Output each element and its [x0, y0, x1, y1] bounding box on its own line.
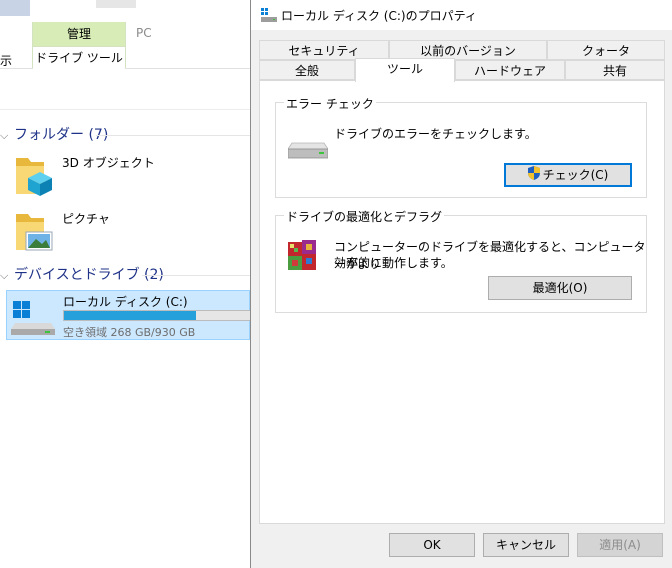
3d-objects-folder-icon	[14, 152, 54, 196]
folder-item-3d-objects[interactable]: 3D オブジェクト	[14, 152, 214, 196]
tab-row-back: セキュリティ 以前のバージョン クォータ	[259, 40, 665, 60]
chevron-down-icon: ⌵	[0, 269, 9, 282]
group-divider	[142, 275, 250, 276]
tab-row-front: 全般 ツール ハードウェア 共有	[259, 58, 665, 82]
dialog-titlebar: ローカル ディスク (C:)のプロパティ	[251, 0, 672, 30]
optimize-button[interactable]: 最適化(O)	[488, 276, 632, 300]
group-header-folders[interactable]: ⌵ フォルダー (7)	[0, 124, 250, 144]
ribbon-tab-drive-tools[interactable]: ドライブ ツール	[33, 46, 125, 69]
explorer-address-area	[0, 69, 260, 110]
chevron-down-icon: ⌵	[0, 129, 9, 142]
explorer-title-fragment	[96, 0, 136, 8]
pictures-folder-icon	[14, 208, 54, 252]
local-disk-icon	[11, 299, 55, 335]
defrag-icon	[286, 238, 320, 272]
check-button-label: チェック(C)	[542, 168, 609, 182]
tab-security[interactable]: セキュリティ	[259, 40, 389, 60]
tab-hardware[interactable]: ハードウェア	[455, 60, 565, 80]
folder-name: 3D オブジェクト	[62, 156, 155, 170]
drive-free-space: 空き領域 268 GB/930 GB	[63, 326, 196, 339]
drive-title-icon	[261, 8, 277, 22]
tab-tools[interactable]: ツール	[355, 58, 455, 82]
error-check-description: ドライブのエラーをチェックします。	[334, 127, 537, 141]
ribbon-tab-strip: 示 管理 ドライブ ツール PC	[0, 22, 260, 69]
group-header-devices[interactable]: ⌵ デバイスとドライブ (2)	[0, 264, 250, 284]
ribbon-tab-view[interactable]: 示	[0, 52, 12, 69]
dialog-title: ローカル ディスク (C:)のプロパティ	[281, 9, 477, 23]
folder-name: ピクチャ	[62, 212, 110, 226]
groupbox-error-check-title: エラー チェック	[284, 95, 376, 112]
ribbon-context-pc-label: PC	[136, 26, 152, 40]
tab-sharing[interactable]: 共有	[565, 60, 665, 80]
drive-name: ローカル ディスク (C:)	[63, 295, 188, 309]
uac-shield-icon	[527, 165, 540, 186]
explorer-titlebar	[0, 0, 260, 22]
groupbox-error-check: エラー チェック ドライブのエラーをチェックします。 チェック(C)	[275, 95, 647, 198]
properties-dialog: ローカル ディスク (C:)のプロパティ セキュリティ 以前のバージョン クォー…	[250, 0, 672, 568]
groupbox-optimize: ドライブの最適化とデフラグ コンピューターのドライブを最適化すると、コンピュータ…	[275, 208, 647, 313]
file-explorer-window: 示 管理 ドライブ ツール PC ⌵ フォルダー (7) 3D オブジェクト ピ…	[0, 0, 260, 568]
hard-drive-icon	[287, 141, 329, 165]
tab-general[interactable]: 全般	[259, 60, 355, 80]
cancel-button[interactable]: キャンセル	[483, 533, 569, 557]
drive-item-local-disk-c[interactable]: ローカル ディスク (C:) 空き領域 268 GB/930 GB	[6, 290, 251, 340]
group-divider	[96, 135, 250, 136]
apply-button[interactable]: 適用(A)	[577, 533, 663, 557]
group-header-folders-label: フォルダー (7)	[14, 127, 109, 143]
optimize-description-line2: 効率的に動作します。	[334, 256, 453, 270]
tab-quota[interactable]: クォータ	[547, 40, 665, 60]
groupbox-optimize-title: ドライブの最適化とデフラグ	[284, 208, 445, 225]
ribbon-context-header: 管理	[33, 22, 125, 46]
drive-usage-fill	[64, 311, 197, 320]
folder-item-pictures[interactable]: ピクチャ	[14, 208, 214, 252]
ok-button[interactable]: OK	[389, 533, 475, 557]
tab-previous-versions[interactable]: 以前のバージョン	[389, 40, 547, 60]
drive-usage-bar	[63, 310, 251, 321]
ribbon-context-group: 管理 ドライブ ツール	[32, 22, 126, 69]
explorer-title-icon	[0, 0, 30, 16]
check-button[interactable]: チェック(C)	[504, 163, 632, 187]
tab-page-tools: エラー チェック ドライブのエラーをチェックします。 チェック(C) ドライブの…	[259, 80, 665, 524]
